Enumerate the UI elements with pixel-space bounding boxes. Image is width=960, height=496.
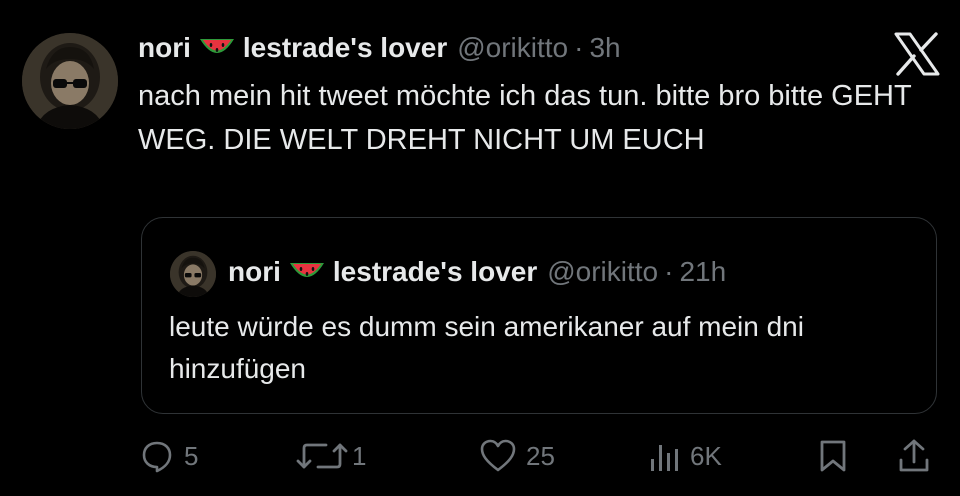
separator: · [574, 32, 584, 63]
quoted-timestamp: 21h [679, 256, 727, 287]
avatar-image [22, 33, 118, 129]
share-button[interactable] [898, 432, 930, 480]
quoted-tweet-card[interactable]: nori lestrade's lover @orikitto · 21h le… [141, 217, 937, 414]
quoted-tweet-text: leute würde es dumm sein amerikaner auf … [169, 311, 804, 384]
quoted-display-name-suffix: lestrade's lover [332, 256, 538, 287]
quoted-tweet-header: nori lestrade's lover @orikitto · 21h [228, 253, 726, 291]
tweet-header: nori lestrade's lover @orikitto · 3h [138, 30, 621, 66]
bookmark-icon [820, 440, 846, 472]
views-icon [651, 445, 678, 471]
repost-button[interactable]: 1 [296, 432, 366, 480]
quoted-avatar-image [170, 251, 216, 297]
heart-icon [480, 439, 516, 472]
reply-count: 5 [184, 440, 199, 471]
timestamp[interactable]: 3h [589, 30, 620, 66]
action-bar: 5 1 25 6K [0, 432, 960, 480]
share-icon [899, 439, 929, 472]
views-count: 6K [690, 440, 722, 471]
quoted-avatar [170, 251, 216, 297]
repost-count: 1 [352, 440, 367, 471]
reply-icon [142, 441, 172, 473]
like-button[interactable]: 25 [480, 432, 555, 480]
x-logo-icon [894, 32, 940, 76]
reply-button[interactable]: 5 [140, 432, 198, 480]
watermelon-icon [197, 33, 237, 63]
bookmark-button[interactable] [818, 432, 848, 480]
quoted-display-name: nori [228, 256, 281, 287]
display-name[interactable]: nori [138, 30, 191, 66]
display-name-suffix[interactable]: lestrade's lover [243, 30, 447, 66]
quoted-separator: · [664, 256, 674, 287]
tweet-text: nach mein hit tweet möchte ich das tun. … [138, 80, 912, 156]
repost-icon [296, 443, 348, 469]
watermelon-icon [287, 257, 327, 287]
handle[interactable]: @orikitto [457, 30, 568, 66]
views-button[interactable]: 6K [648, 432, 722, 480]
avatar[interactable] [22, 33, 118, 129]
like-count: 25 [526, 440, 555, 471]
quoted-handle: @orikitto [547, 256, 659, 287]
